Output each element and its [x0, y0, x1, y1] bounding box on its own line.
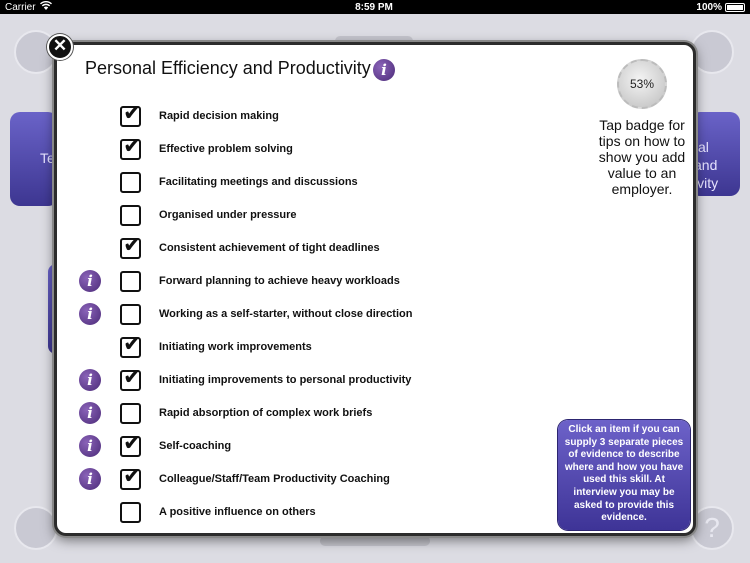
skill-label: A positive influence on others — [159, 506, 316, 518]
skill-row[interactable]: ✔ Effective problem solving — [57, 133, 577, 166]
skill-label: Rapid decision making — [159, 110, 279, 122]
checkbox-unchecked[interactable] — [120, 403, 141, 424]
info-icon[interactable]: i — [79, 303, 101, 325]
checkbox-checked[interactable]: ✔ — [120, 365, 141, 391]
checkmark-icon: ✔ — [123, 431, 142, 456]
dialog-title: Personal Efficiency and Productivity — [85, 58, 371, 78]
checkmark-icon: ✔ — [123, 134, 142, 159]
help-icon: ? — [690, 506, 734, 550]
checkmark-icon: ✔ — [123, 464, 142, 489]
background-footer-bar — [320, 536, 430, 546]
checkbox-unchecked[interactable] — [120, 205, 141, 226]
profile-icon — [690, 30, 734, 74]
skill-label: Forward planning to achieve heavy worklo… — [159, 275, 400, 287]
skill-row[interactable]: Organised under pressure — [57, 199, 577, 232]
skills-dialog: Personal Efficiency and Productivity i 5… — [54, 42, 696, 536]
skill-label: Rapid absorption of complex work briefs — [159, 407, 373, 419]
checkbox-checked[interactable]: ✔ — [120, 101, 141, 127]
skill-label: Self-coaching — [159, 440, 232, 452]
skill-row[interactable]: A positive influence on others — [57, 496, 577, 529]
evidence-hint: Click an item if you can supply 3 separa… — [558, 420, 690, 530]
close-button[interactable]: ✕ — [47, 34, 73, 60]
background-tile-right: al and ivity — [690, 112, 740, 196]
info-icon[interactable]: i — [79, 402, 101, 424]
info-icon[interactable]: i — [79, 270, 101, 292]
skill-row[interactable]: i Forward planning to achieve heavy workl… — [57, 265, 577, 298]
battery-percent: 100% — [696, 1, 722, 13]
skill-row[interactable]: ✔ Consistent achievement of tight deadlin… — [57, 232, 577, 265]
badge-tip-text: Tap badge for tips on how to show you ad… — [598, 117, 686, 197]
checkmark-icon: ✔ — [123, 101, 142, 126]
skill-label: Effective problem solving — [159, 143, 293, 155]
skill-row[interactable]: i ✔ Initiating improvements to personal pr… — [57, 364, 577, 397]
checkbox-unchecked[interactable] — [120, 304, 141, 325]
skill-row[interactable]: i ✔ Colleague/Staff/Team Productivity Coac… — [57, 463, 577, 496]
info-icon[interactable]: i — [79, 435, 101, 457]
info-icon[interactable]: i — [373, 59, 395, 81]
skill-row[interactable]: i ✔ Self-coaching — [57, 430, 577, 463]
battery-icon — [725, 2, 745, 12]
skill-label: Colleague/Staff/Team Productivity Coachi… — [159, 473, 390, 485]
info-icon[interactable]: i — [79, 468, 101, 490]
settings-icon — [14, 506, 58, 550]
info-icon[interactable]: i — [79, 369, 101, 391]
checkbox-unchecked[interactable] — [120, 271, 141, 292]
checkbox-checked[interactable]: ✔ — [120, 431, 141, 457]
skill-label: Consistent achievement of tight deadline… — [159, 242, 380, 254]
checkmark-icon: ✔ — [123, 332, 142, 357]
status-bar: Carrier 8:59 PM 100% — [0, 0, 750, 14]
checkbox-unchecked[interactable] — [120, 172, 141, 193]
checkbox-unchecked[interactable] — [120, 502, 141, 523]
checkbox-checked[interactable]: ✔ — [120, 134, 141, 160]
wifi-icon — [39, 0, 52, 13]
progress-percent: 53% — [629, 77, 655, 91]
clock: 8:59 PM — [355, 1, 393, 13]
checkbox-checked[interactable]: ✔ — [120, 233, 141, 259]
skill-row[interactable]: ✔ Initiating work improvements — [57, 331, 577, 364]
checkbox-checked[interactable]: ✔ — [120, 464, 141, 490]
skill-label: Facilitating meetings and discussions — [159, 176, 358, 188]
checkmark-icon: ✔ — [123, 365, 142, 390]
carrier-label: Carrier — [5, 1, 36, 13]
progress-badge[interactable]: 53% — [617, 59, 667, 109]
skill-label: Working as a self-starter, without close… — [159, 308, 413, 320]
skill-row[interactable]: i Rapid absorption of complex work briefs — [57, 397, 577, 430]
close-icon: ✕ — [52, 36, 68, 55]
background-tile-left: Te — [10, 112, 58, 206]
checkmark-icon: ✔ — [123, 233, 142, 258]
skill-row[interactable]: i Working as a self-starter, without clos… — [57, 298, 577, 331]
skill-label: Organised under pressure — [159, 209, 297, 221]
skill-row[interactable]: Facilitating meetings and discussions — [57, 166, 577, 199]
checkbox-checked[interactable]: ✔ — [120, 332, 141, 358]
skill-label: Initiating work improvements — [159, 341, 312, 353]
skill-label: Initiating improvements to personal prod… — [159, 374, 412, 386]
skill-row[interactable]: ✔ Rapid decision making — [57, 100, 577, 133]
